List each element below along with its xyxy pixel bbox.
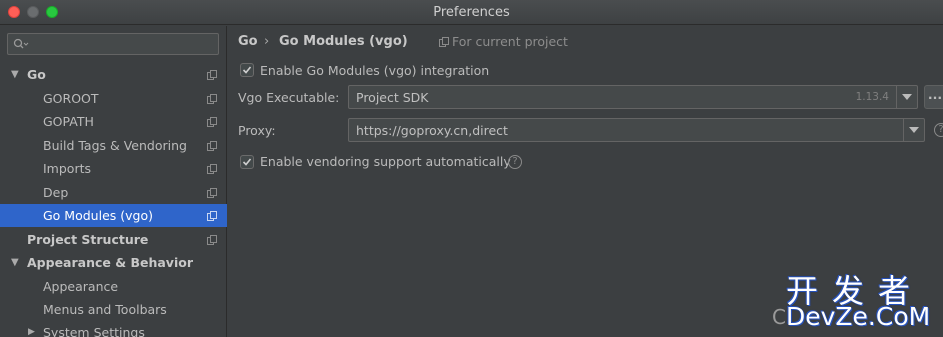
copy-icon: [207, 188, 217, 198]
chevron-down-icon: [909, 127, 919, 133]
tree-item-label: Imports: [43, 161, 91, 176]
tree-item-goroot[interactable]: GOROOT: [0, 87, 227, 110]
breadcrumb-separator: ›: [264, 34, 270, 49]
enable-vendoring-checkbox[interactable]: [240, 155, 254, 169]
tree-item-build-tags-vendoring[interactable]: Build Tags & Vendoring: [0, 134, 227, 157]
watermark-english: DevZe.CoM: [786, 302, 931, 331]
collapsed-arrow-icon[interactable]: ▶: [28, 321, 35, 337]
copy-icon: [207, 164, 217, 174]
scope-label: For current project: [452, 34, 568, 49]
proxy-help-icon[interactable]: ?: [934, 123, 943, 137]
tree-item-imports[interactable]: Imports: [0, 157, 227, 180]
tree-item-label: Build Tags & Vendoring: [43, 138, 187, 153]
tree-item-label: GOPATH: [43, 114, 94, 129]
window-title: Preferences: [433, 5, 510, 20]
chevron-down-icon: [902, 94, 912, 100]
tree-item-label: Appearance: [43, 279, 119, 294]
enable-go-modules-label[interactable]: Enable Go Modules (vgo) integration: [260, 63, 489, 78]
tree-item-label: Menus and Toolbars: [43, 302, 167, 317]
breadcrumb-parent[interactable]: Go: [238, 34, 258, 49]
copy-icon: [207, 94, 217, 104]
expand-arrow-icon[interactable]: ▼: [11, 251, 19, 274]
tree-item-label: Go Modules (vgo): [43, 208, 153, 223]
scope-indicator: For current project: [439, 34, 568, 49]
watermark-partial-text: C: [772, 305, 786, 329]
copy-icon: [207, 141, 217, 151]
sdk-version: 1.13.4: [855, 91, 889, 103]
tree-item-dep[interactable]: Dep: [0, 181, 227, 204]
copy-icon: [207, 211, 217, 221]
proxy-label: Proxy:: [238, 123, 276, 138]
settings-sidebar: ▼ Go GOROOT GOPATH Build Tags & Vendorin…: [0, 26, 227, 337]
settings-search-input[interactable]: [7, 33, 219, 55]
title-bar: Preferences: [0, 0, 943, 25]
expand-arrow-icon[interactable]: ▼: [11, 63, 19, 86]
vendoring-help-icon[interactable]: ?: [508, 155, 522, 169]
dropdown-button[interactable]: [903, 119, 924, 141]
tree-item-project-structure[interactable]: Project Structure: [0, 228, 227, 251]
vgo-executable-label: Vgo Executable:: [238, 90, 340, 105]
copy-icon: [439, 37, 449, 47]
search-icon: [13, 38, 29, 49]
vgo-executable-value: Project SDK: [356, 90, 429, 105]
tree-item-label: Project Structure: [27, 232, 149, 247]
tree-item-label: Dep: [43, 185, 69, 200]
tree-item-appearance-behavior[interactable]: ▼ Appearance & Behavior: [0, 251, 227, 274]
enable-go-modules-checkbox[interactable]: [240, 63, 254, 77]
checkmark-icon: [242, 158, 252, 166]
tree-item-label: GOROOT: [43, 91, 99, 106]
tree-item-appearance[interactable]: Appearance: [0, 275, 227, 298]
checkmark-icon: [242, 66, 252, 74]
vgo-executable-select[interactable]: Project SDK 1.13.4: [348, 85, 918, 109]
browse-button[interactable]: ...: [924, 85, 943, 109]
tree-item-go-modules[interactable]: Go Modules (vgo): [0, 204, 227, 227]
proxy-value: https://goproxy.cn,direct: [356, 123, 508, 138]
tree-item-label: System Settings: [43, 325, 145, 337]
copy-icon: [207, 117, 217, 127]
copy-icon: [207, 235, 217, 245]
tree-item-gopath[interactable]: GOPATH: [0, 110, 227, 133]
tree-item-go[interactable]: ▼ Go: [0, 63, 227, 86]
tree-item-system-settings[interactable]: ▶ System Settings: [0, 321, 227, 337]
tree-item-label: Appearance & Behavior: [27, 255, 193, 270]
dropdown-button[interactable]: [896, 86, 917, 108]
tree-item-label: Go: [27, 67, 46, 82]
breadcrumb-current: Go Modules (vgo): [279, 34, 408, 49]
tree-item-menus-toolbars[interactable]: Menus and Toolbars: [0, 298, 227, 321]
copy-icon: [207, 70, 217, 80]
proxy-select[interactable]: https://goproxy.cn,direct: [348, 118, 925, 142]
enable-vendoring-label[interactable]: Enable vendoring support automatically: [260, 154, 511, 169]
